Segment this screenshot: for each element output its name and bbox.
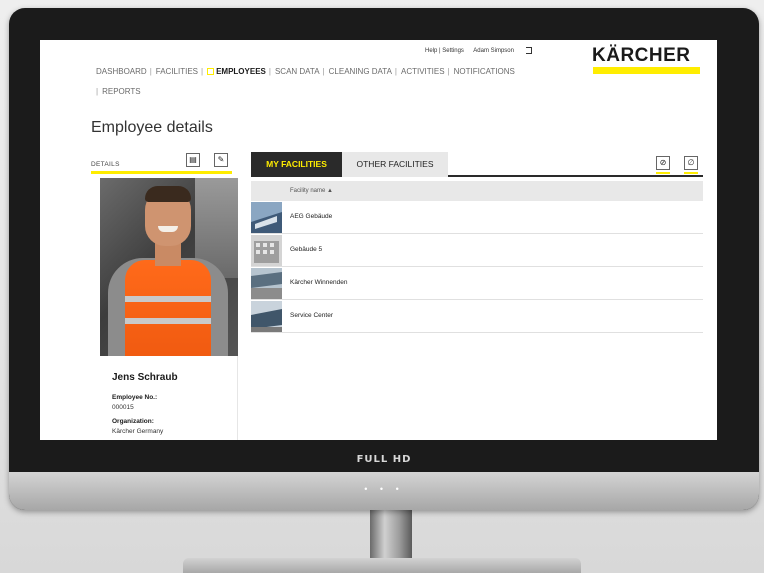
utility-links: Help | Settings Adam Simpson	[425, 47, 540, 54]
facility-tabs: MY FACILITIES OTHER FACILITIES	[251, 152, 703, 177]
monitor-brand-label: FULL HD	[356, 454, 412, 465]
facilities-table: Facility name ▲ AEG Gebäude Gebäude 5 Kä…	[251, 181, 703, 333]
table-row[interactable]: Kärcher Winnenden	[251, 267, 703, 300]
nav-separator: |	[268, 67, 271, 76]
monitor-stand-base	[183, 558, 581, 573]
link-button[interactable]: ∅	[684, 156, 698, 170]
nav-separator: |	[96, 87, 99, 96]
nav-item-scan-data[interactable]: SCAN DATA	[275, 62, 320, 82]
brand-logo[interactable]: KÄRCHER	[592, 45, 691, 67]
table-row[interactable]: Gebäude 5	[251, 234, 703, 267]
save-icon: ▤	[189, 155, 197, 164]
employee-photo	[100, 178, 238, 356]
facility-name: Service Center	[290, 312, 333, 319]
facility-name: Kärcher Winnenden	[290, 279, 348, 286]
facility-name: Gebäude 5	[290, 246, 323, 253]
organization-value: Kärcher Germany	[112, 428, 164, 435]
nav-separator: |	[322, 67, 325, 76]
tab-other-facilities[interactable]: OTHER FACILITIES	[342, 152, 448, 177]
brand-logo-bar	[593, 67, 700, 74]
link-icon: ∅	[687, 158, 695, 167]
nav-item-facilities[interactable]: FACILITIES	[156, 62, 198, 82]
facility-thumbnail	[251, 202, 282, 233]
organization-label: Organization:	[112, 418, 154, 425]
table-row[interactable]: AEG Gebäude	[251, 201, 703, 234]
screen: Help | Settings Adam Simpson KÄRCHER DAS…	[40, 40, 717, 440]
nav-separator: |	[149, 67, 152, 76]
nav-item-employees[interactable]: EMPLOYEES	[207, 62, 266, 82]
facility-name: AEG Gebäude	[290, 213, 333, 220]
facility-thumbnail	[251, 235, 282, 266]
details-label: DETAILS	[91, 161, 120, 168]
employee-profile-card: Jens Schraub Employee No.: 000015 Organi…	[100, 356, 238, 440]
nav-item-cleaning-data[interactable]: CLEANING DATA	[329, 62, 392, 82]
employee-no-label: Employee No.:	[112, 394, 158, 401]
nav-item-reports[interactable]: REPORTS	[102, 82, 141, 102]
logout-icon[interactable]	[525, 47, 532, 54]
user-name-link[interactable]: Adam Simpson	[473, 48, 514, 54]
pencil-icon: ✎	[217, 155, 225, 164]
nav-item-notifications[interactable]: NOTIFICATIONS	[454, 62, 515, 82]
nav-separator: |	[394, 67, 397, 76]
facility-thumbnail	[251, 301, 282, 332]
facility-thumbnail	[251, 268, 282, 299]
monitor-indicator-dots: • • •	[364, 484, 404, 494]
nav-separator: |	[447, 67, 450, 76]
main-nav: DASHBOARD | FACILITIES | EMPLOYEES | SCAN DATA…	[96, 62, 576, 102]
unlink-button[interactable]: ⊘	[656, 156, 670, 170]
unlink-icon: ⊘	[659, 158, 667, 167]
edit-button[interactable]: ✎	[214, 153, 228, 167]
employee-name: Jens Schraub	[112, 372, 178, 383]
details-header: DETAILS ▤ ✎	[91, 152, 232, 174]
save-button[interactable]: ▤	[186, 153, 200, 167]
table-row[interactable]: Service Center	[251, 300, 703, 333]
nav-item-dashboard[interactable]: DASHBOARD	[96, 62, 147, 82]
nav-item-activities[interactable]: ACTIVITIES	[401, 62, 445, 82]
monitor: FULL HD • • • Help | Settings Adam Simps…	[9, 8, 759, 510]
employee-no-value: 000015	[112, 404, 134, 411]
column-header-facility-name[interactable]: Facility name ▲	[251, 181, 703, 201]
page-title: Employee details	[91, 119, 213, 136]
monitor-stand-neck	[370, 505, 412, 563]
help-settings-link[interactable]: Help | Settings	[425, 48, 464, 54]
nav-separator: |	[201, 67, 204, 76]
tab-my-facilities[interactable]: MY FACILITIES	[251, 152, 342, 177]
